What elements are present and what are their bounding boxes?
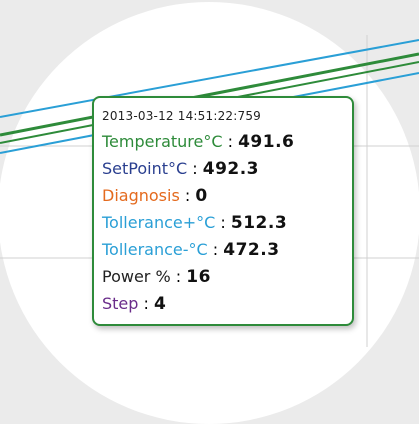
tooltip-row-diagnosis: Diagnosis : 0 (102, 186, 208, 206)
tooltip-row-temperature: Temperature°C : 491.6 (102, 132, 295, 152)
tolerance-plus-value: 512.3 (230, 213, 288, 233)
temperature-value: 491.6 (238, 132, 295, 152)
tooltip-row-power: Power % : 16 (102, 267, 211, 287)
setpoint-label: SetPoint°C (102, 159, 188, 178)
tooltip-row-tolerance-minus: Tollerance-°C : 472.3 (102, 240, 280, 260)
step-label: Step (102, 294, 139, 313)
tolerance-plus-label: Tollerance+°C (102, 213, 216, 232)
power-label: Power % (102, 267, 171, 286)
step-value: 4 (154, 294, 167, 314)
diagnosis-value: 0 (195, 186, 208, 206)
tooltip-row-step: Step : 4 (102, 294, 167, 314)
tolerance-minus-value: 472.3 (223, 240, 280, 260)
tooltip-timestamp: 2013-03-12 14:51:22:759 (102, 109, 261, 123)
tooltip-row-setpoint: SetPoint°C : 492.3 (102, 159, 260, 179)
tooltip-row-tolerance-plus: Tollerance+°C : 512.3 (102, 213, 288, 233)
setpoint-value: 492.3 (202, 159, 260, 179)
data-tooltip: 2013-03-12 14:51:22:759 Temperature°C : … (92, 96, 354, 326)
tolerance-minus-label: Tollerance-°C (102, 240, 208, 259)
power-value: 16 (186, 267, 211, 287)
diagnosis-label: Diagnosis (102, 186, 180, 205)
temperature-label: Temperature°C (102, 132, 223, 151)
